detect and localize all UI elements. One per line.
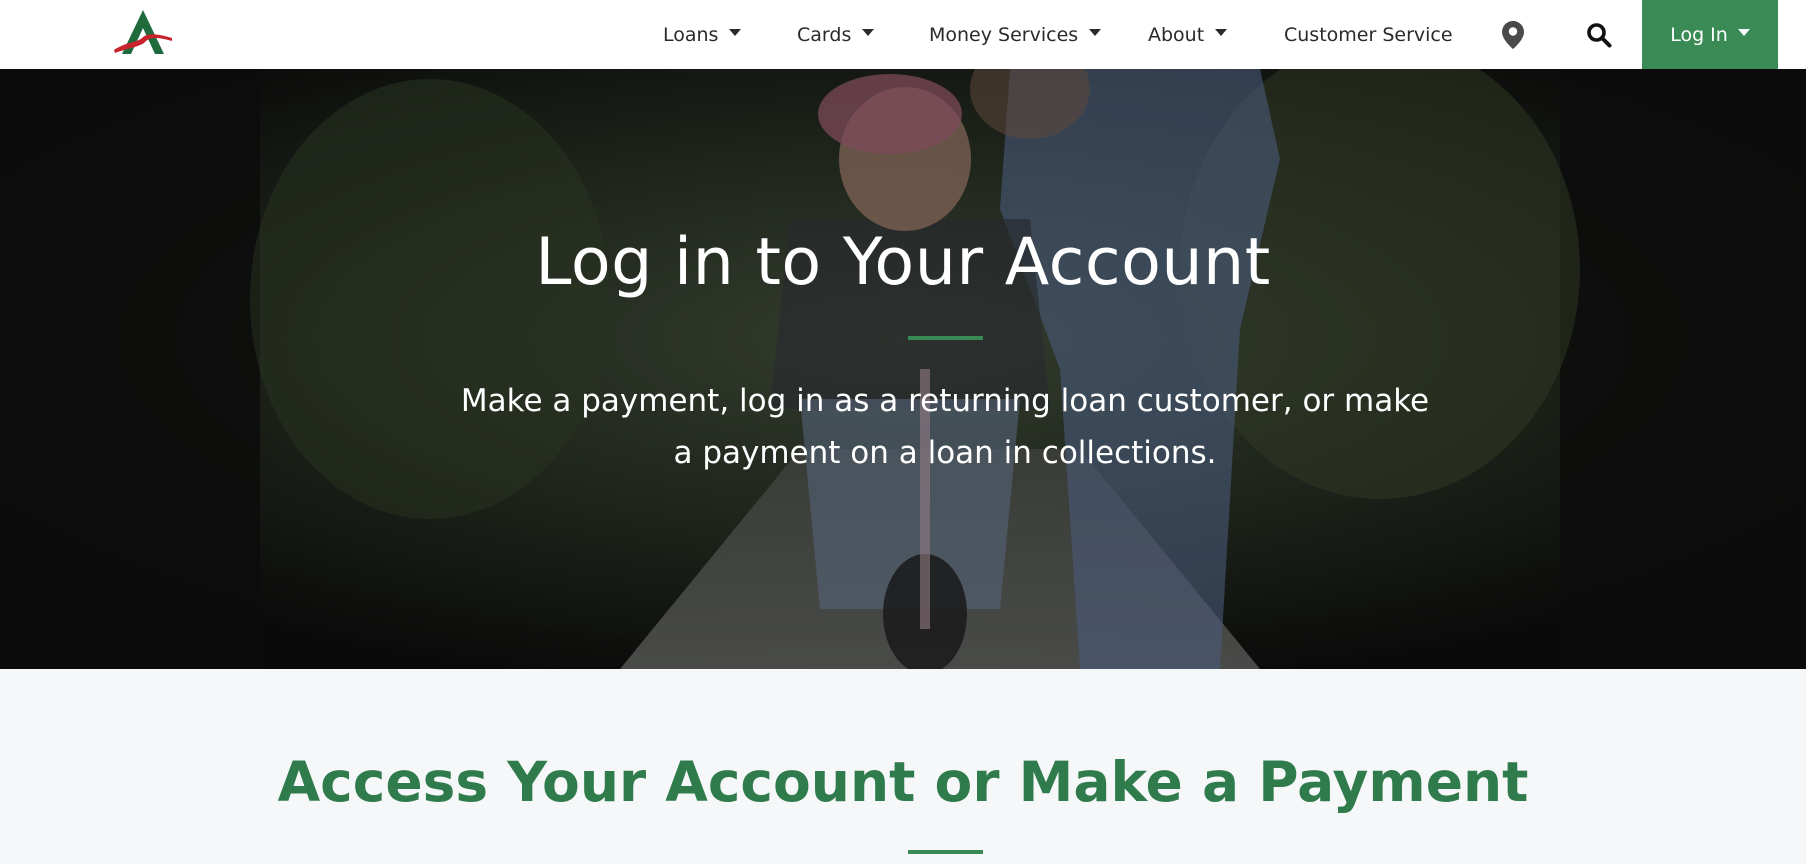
nav-customer-service-label: Customer Service	[1284, 23, 1453, 46]
nav-money-services[interactable]: Money Services	[929, 0, 1102, 69]
login-button[interactable]: Log In	[1642, 0, 1778, 69]
section-divider	[908, 850, 983, 854]
nav-customer-service[interactable]: Customer Service	[1284, 0, 1453, 69]
search-icon	[1587, 22, 1612, 47]
nav-cards[interactable]: Cards	[797, 0, 875, 69]
login-button-label: Log In	[1670, 23, 1728, 46]
nav-about[interactable]: About	[1148, 0, 1228, 69]
section-title: Access Your Account or Make a Payment	[277, 750, 1529, 814]
nav-loans-label: Loans	[663, 23, 719, 46]
chevron-down-icon	[1089, 29, 1102, 36]
location-button[interactable]	[1496, 0, 1530, 69]
hero-banner: Log in to Your Account Make a payment, l…	[0, 69, 1806, 669]
nav-money-services-label: Money Services	[929, 23, 1079, 46]
hero-divider	[908, 336, 983, 340]
search-button[interactable]	[1582, 0, 1616, 69]
hero-content: Log in to Your Account Make a payment, l…	[0, 69, 1806, 669]
hero-subtitle: Make a payment, log in as a returning lo…	[460, 383, 1430, 471]
map-pin-icon	[1502, 20, 1524, 49]
nav-loans[interactable]: Loans	[663, 0, 742, 69]
chevron-down-icon	[729, 29, 742, 36]
top-navbar: Loans Cards Money Services About Custome…	[0, 0, 1806, 69]
nav-cards-label: Cards	[797, 23, 852, 46]
chevron-down-icon	[1215, 29, 1228, 36]
logo-mark-icon	[114, 10, 172, 54]
brand-logo[interactable]	[112, 8, 174, 56]
nav-about-label: About	[1148, 23, 1205, 46]
chevron-down-icon	[862, 29, 875, 36]
chevron-down-icon	[1737, 29, 1750, 36]
hero-title: Log in to Your Account	[535, 225, 1271, 300]
